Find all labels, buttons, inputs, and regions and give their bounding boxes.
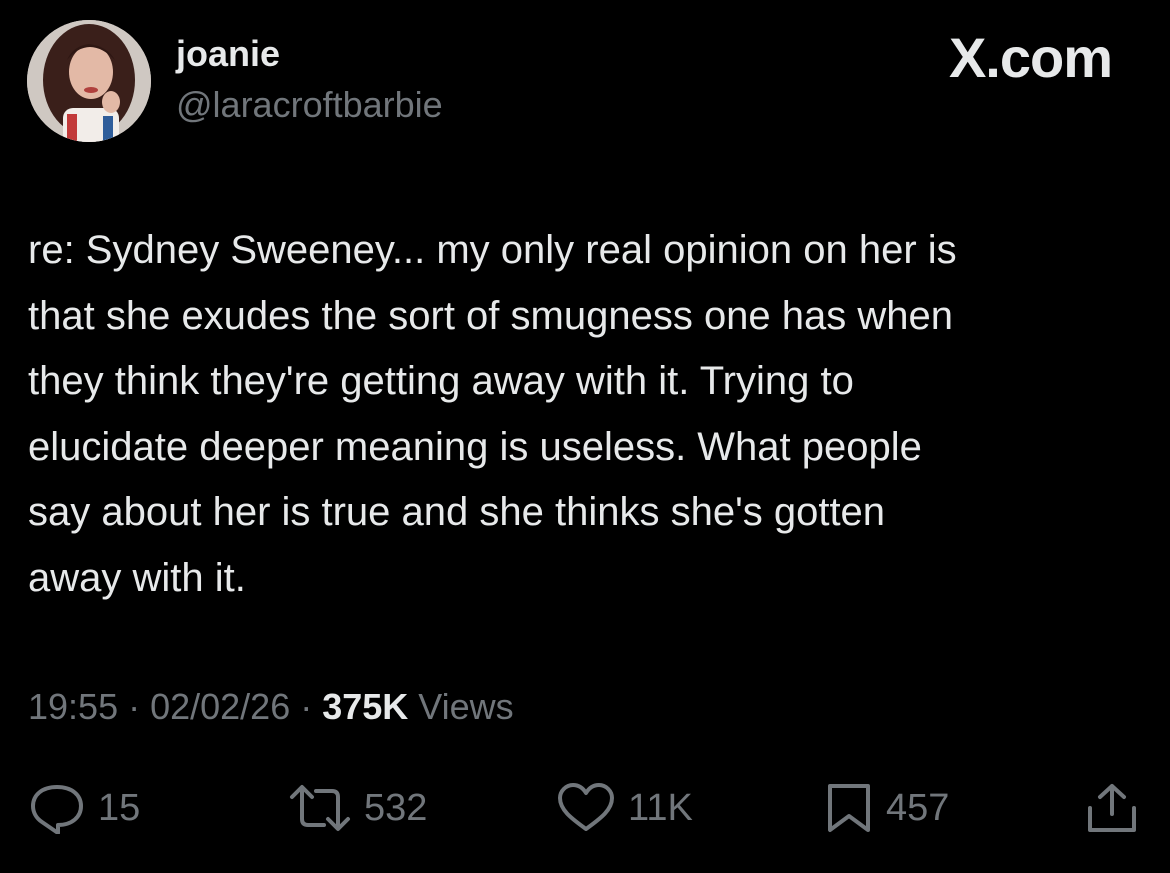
heart-icon <box>558 783 614 831</box>
brand-logo: X.com <box>948 26 1113 89</box>
avatar-image <box>27 20 151 142</box>
repost-icon <box>290 785 350 831</box>
repost-button[interactable]: 532 <box>288 780 427 836</box>
bookmark-count: 457 <box>886 787 950 829</box>
tweet-text-line: say about her is true and she thinks she… <box>28 490 886 534</box>
share-icon <box>1088 784 1136 832</box>
tweet-date[interactable]: 02/02/26 <box>150 686 290 727</box>
handle[interactable]: @laracroftbarbie <box>176 84 443 126</box>
tweet-text: re: Sydney Sweeney... my only real opini… <box>28 218 1148 611</box>
meta-separator: · <box>118 686 151 727</box>
reply-count: 15 <box>98 787 141 829</box>
avatar[interactable] <box>27 20 151 142</box>
views-label: Views <box>408 686 514 727</box>
tweet-meta: 19:55 · 02/02/26 · 375K Views <box>28 686 514 728</box>
tweet-text-line: away with it. <box>28 555 246 600</box>
views-count[interactable]: 375K <box>322 686 408 727</box>
like-button[interactable]: 11K <box>556 780 693 836</box>
tweet-text-line: that she exudes the sort of smugness one… <box>28 293 954 338</box>
display-name[interactable]: joanie <box>176 33 280 75</box>
repost-count: 532 <box>364 787 428 829</box>
bookmark-icon <box>828 784 870 832</box>
tweet-text-line: re: Sydney Sweeney... my only real opini… <box>28 228 957 272</box>
meta-separator: · <box>290 686 323 727</box>
share-button[interactable] <box>1084 780 1140 836</box>
like-count: 11K <box>628 787 693 829</box>
tweet-text-line: elucidate deeper meaning is useless. Wha… <box>28 424 922 469</box>
reply-button[interactable]: 15 <box>28 780 140 836</box>
tweet-text-line: they think they're getting away with it.… <box>28 359 854 403</box>
reply-icon <box>31 785 83 834</box>
tweet-time[interactable]: 19:55 <box>28 686 118 727</box>
bookmark-button[interactable]: 457 <box>824 780 949 836</box>
action-bar: 15 532 11K 457 <box>0 780 1170 836</box>
